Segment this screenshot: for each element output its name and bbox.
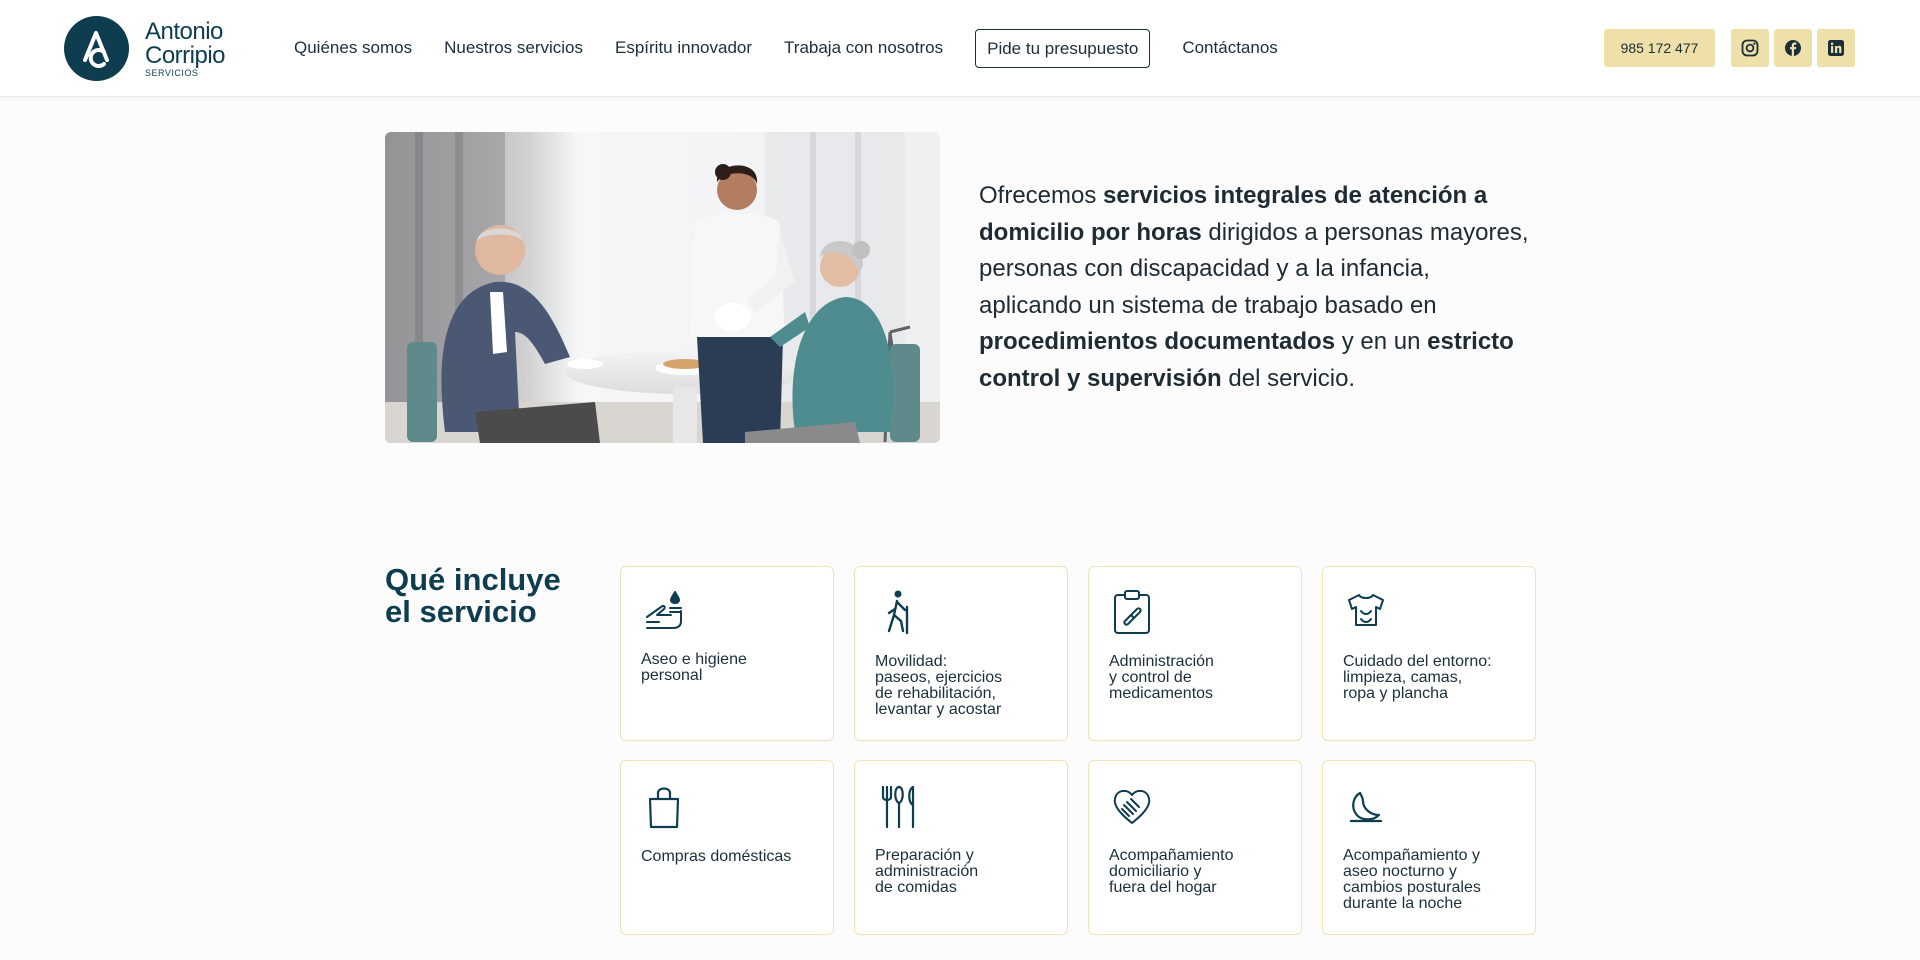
brand-logo[interactable]: Antonio Corripio SERVICIOS xyxy=(64,16,226,81)
intro-segment: del servicio. xyxy=(1221,364,1356,392)
linkedin-button[interactable] xyxy=(1817,29,1855,67)
service-card-nocturno: Acompañamiento y aseo nocturno y cambios… xyxy=(1322,760,1536,935)
service-label: Movilidad: paseos, ejercicios de rehabil… xyxy=(875,653,1003,718)
intro-segment: y en un xyxy=(1335,328,1428,355)
site-header: Antonio Corripio SERVICIOS Quiénes somos… xyxy=(0,0,1920,97)
intro-text: Ofrecemos servicios integrales de atenci… xyxy=(979,178,1539,397)
instagram-icon xyxy=(1741,39,1759,57)
nav-quienes-somos[interactable]: Quiénes somos xyxy=(294,28,412,68)
brand-name-line1: Antonio xyxy=(145,17,223,45)
service-label: Compras domésticas xyxy=(641,848,792,865)
service-card-acompanamiento: Acompañamiento domiciliario y fuera del … xyxy=(1088,760,1302,935)
service-label: Acompañamiento y aseo nocturno y cambios… xyxy=(1343,847,1481,912)
service-label: Acompañamiento domiciliario y fuera del … xyxy=(1109,847,1234,896)
quote-request-button[interactable]: Pide tu presupuesto xyxy=(975,28,1151,68)
nav-espiritu-innovador[interactable]: Espíritu innovador xyxy=(615,28,752,68)
service-card-comidas: Preparación y administración de comidas xyxy=(854,760,1068,935)
linkedin-icon xyxy=(1828,40,1844,56)
intro-segment: Ofrecemos xyxy=(979,182,1104,209)
moon-icon xyxy=(1349,791,1383,823)
hero-image xyxy=(385,132,940,443)
nav-trabaja-con-nosotros[interactable]: Trabaja con nosotros xyxy=(784,28,943,68)
service-card-movilidad: Movilidad: paseos, ejercicios de rehabil… xyxy=(854,566,1068,741)
shirt-icon xyxy=(1348,594,1384,626)
service-card-medicamentos: Administración y control de medicamentos xyxy=(1088,566,1302,741)
hand-wash-icon xyxy=(646,591,682,629)
cutlery-icon xyxy=(881,785,915,829)
service-card-entorno: Cuidado del entorno: limpieza, camas, ro… xyxy=(1322,566,1536,741)
shopping-bag-icon xyxy=(648,787,680,829)
facebook-icon xyxy=(1785,40,1801,56)
clipboard-medication-icon xyxy=(1114,590,1150,634)
nav-nuestros-servicios[interactable]: Nuestros servicios xyxy=(444,28,583,68)
logo-mark-icon xyxy=(64,16,129,81)
service-label: Aseo e higiene personal xyxy=(641,651,747,684)
brand-name-line2: Corripio xyxy=(145,41,226,69)
service-card-compras: Compras domésticas xyxy=(620,760,834,935)
service-card-aseo: Aseo e higiene personal xyxy=(620,566,834,741)
main-nav: Quiénes somos Nuestros servicios Espírit… xyxy=(294,28,1310,68)
service-label: Preparación y administración de comidas xyxy=(875,847,979,896)
brand-subtitle: SERVICIOS xyxy=(145,67,199,78)
phone-button[interactable]: 985 172 477 xyxy=(1604,29,1715,67)
instagram-button[interactable] xyxy=(1731,29,1769,67)
service-label: Cuidado del entorno: limpieza, camas, ro… xyxy=(1343,653,1492,702)
nav-contactanos[interactable]: Contáctanos xyxy=(1182,28,1277,68)
walking-person-icon xyxy=(887,590,909,635)
service-label: Administración y control de medicamentos xyxy=(1109,653,1214,702)
handshake-icon xyxy=(1113,789,1151,824)
intro-highlight: procedimientos documentados xyxy=(979,328,1336,355)
facebook-button[interactable] xyxy=(1774,29,1812,67)
services-title: Qué incluye el servicio xyxy=(385,562,561,629)
